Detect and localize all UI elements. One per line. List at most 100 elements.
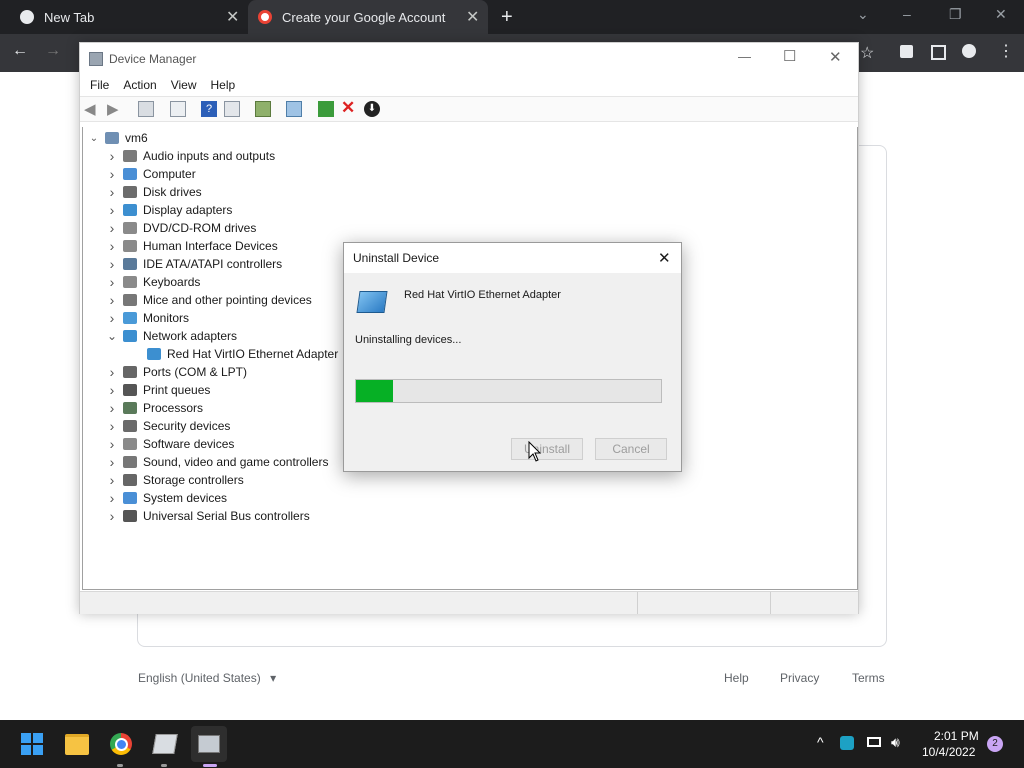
language-selector[interactable]: English (United States) ▾ — [138, 671, 276, 685]
device-category-icon — [123, 222, 137, 234]
chevron-right-icon[interactable]: › — [105, 166, 119, 182]
tree-item-label: Storage controllers — [143, 473, 244, 487]
show-hidden-icons[interactable]: ^ — [817, 734, 824, 750]
restore-button[interactable]: ❐ — [949, 6, 962, 23]
properties-pane-icon[interactable] — [138, 101, 154, 117]
device-category-icon — [123, 438, 137, 450]
enable-device-icon[interactable] — [318, 101, 334, 117]
chevron-right-icon[interactable]: › — [105, 382, 119, 398]
clock-date[interactable]: 10/4/2022 — [922, 745, 975, 759]
footer-link-help[interactable]: Help — [724, 671, 749, 685]
star-icon[interactable]: ☆ — [860, 43, 874, 63]
category-item[interactable]: › Audio inputs and outputs — [83, 147, 857, 165]
tree-item-label: Display adapters — [143, 203, 233, 217]
minimize-button[interactable]: — — [738, 49, 751, 64]
chevron-right-icon[interactable]: › — [105, 292, 119, 308]
chevron-right-icon[interactable]: › — [105, 310, 119, 326]
tree-root[interactable]: ⌄ vm6 — [83, 129, 857, 147]
chevron-down-icon[interactable]: ⌄ — [87, 133, 101, 144]
help-icon[interactable]: ? — [201, 101, 217, 117]
app-taskbar-button[interactable] — [147, 726, 183, 762]
tree-root-label: vm6 — [125, 131, 148, 145]
chevron-down-icon[interactable]: ⌄ — [105, 329, 119, 343]
chevron-right-icon[interactable]: › — [105, 238, 119, 254]
active-indicator — [203, 764, 217, 767]
tab-new-tab[interactable]: New Tab ✕ — [0, 0, 246, 34]
category-item[interactable]: › Display adapters — [83, 201, 857, 219]
chevron-right-icon[interactable]: › — [105, 202, 119, 218]
grid-view-icon[interactable] — [224, 101, 240, 117]
chevron-right-icon[interactable]: › — [105, 472, 119, 488]
chevron-right-icon[interactable]: › — [105, 274, 119, 290]
back-icon[interactable]: ◀ — [84, 100, 96, 118]
menu-action[interactable]: Action — [123, 78, 156, 92]
new-tab-button[interactable]: + — [501, 6, 513, 29]
chevron-right-icon[interactable]: › — [105, 454, 119, 470]
category-item[interactable]: › DVD/CD-ROM drives — [83, 219, 857, 237]
menu-icon[interactable]: ⋮ — [998, 41, 1014, 61]
chevron-right-icon[interactable]: › — [105, 184, 119, 200]
maximize-button[interactable]: ☐ — [783, 47, 796, 65]
chevron-right-icon[interactable]: › — [105, 418, 119, 434]
device-manager-icon — [89, 52, 103, 66]
taskbar: ^ 🔊︎ 2:01 PM 10/4/2022 2 — [0, 720, 1024, 768]
status-divider — [637, 592, 638, 614]
category-item[interactable]: › System devices — [83, 489, 857, 507]
cancel-button[interactable]: Cancel — [595, 438, 667, 460]
category-item[interactable]: › Disk drives — [83, 183, 857, 201]
chevron-right-icon[interactable]: › — [105, 436, 119, 452]
close-icon[interactable]: ✕ — [226, 7, 239, 27]
chevron-right-icon[interactable]: › — [105, 256, 119, 272]
cursor-icon — [528, 441, 542, 462]
uninstall-button[interactable]: Uninstall — [511, 438, 583, 460]
chevron-right-icon[interactable]: › — [105, 148, 119, 164]
extensions-icon[interactable] — [900, 45, 913, 58]
dialog-title-bar[interactable]: Uninstall Device ✕ — [344, 243, 681, 273]
profile-icon[interactable] — [962, 44, 976, 58]
category-item[interactable]: › Storage controllers — [83, 471, 857, 489]
close-icon[interactable]: ✕ — [466, 7, 479, 27]
chevron-right-icon[interactable]: › — [105, 364, 119, 380]
chevron-right-icon[interactable]: › — [105, 400, 119, 416]
tree-item-label: Ports (COM & LPT) — [143, 365, 248, 379]
list-icon[interactable] — [170, 101, 186, 117]
volume-icon[interactable]: 🔊︎ — [891, 734, 900, 751]
dialog-close-button[interactable]: ✕ — [658, 249, 671, 267]
clock-time[interactable]: 2:01 PM — [934, 729, 979, 743]
chevron-right-icon[interactable]: › — [105, 220, 119, 236]
file-explorer-button[interactable] — [59, 726, 95, 762]
title-bar[interactable]: Device Manager — ☐ ✕ — [80, 43, 858, 75]
notification-badge[interactable]: 2 — [987, 736, 1003, 752]
uninstall-icon[interactable]: ✕ — [341, 98, 355, 118]
scan-hardware-icon[interactable] — [286, 101, 302, 117]
tab-create-google-account[interactable]: Create your Google Account ✕ — [248, 0, 488, 34]
footer-link-terms[interactable]: Terms — [852, 671, 885, 685]
category-item[interactable]: › Universal Serial Bus controllers — [83, 507, 857, 525]
close-window-button[interactable]: ✕ — [995, 6, 1007, 23]
side-panel-icon[interactable] — [931, 45, 946, 60]
category-item[interactable]: › Computer — [83, 165, 857, 183]
tree-item-label: IDE ATA/ATAPI controllers — [143, 257, 283, 271]
forward-button[interactable]: → — [45, 42, 61, 60]
uninstall-device-dialog: Uninstall Device ✕ Red Hat VirtIO Ethern… — [343, 242, 682, 472]
menu-help[interactable]: Help — [211, 78, 236, 92]
back-button[interactable]: ← — [12, 42, 28, 60]
chevron-right-icon[interactable]: › — [105, 490, 119, 506]
chevron-down-icon[interactable]: ⌄ — [857, 6, 869, 23]
minimize-button[interactable]: – — [903, 6, 911, 22]
chevron-right-icon[interactable]: › — [105, 508, 119, 524]
security-tray-icon[interactable] — [840, 736, 854, 750]
menu-file[interactable]: File — [90, 78, 109, 92]
tree-item-label: Computer — [143, 167, 196, 181]
network-icon[interactable] — [867, 737, 881, 747]
footer-link-privacy[interactable]: Privacy — [780, 671, 819, 685]
device-manager-taskbar-button[interactable] — [191, 726, 227, 762]
forward-icon[interactable]: ▶ — [107, 100, 119, 118]
close-button[interactable]: ✕ — [829, 48, 842, 66]
menu-view[interactable]: View — [171, 78, 197, 92]
start-button[interactable] — [14, 726, 50, 762]
update-driver-icon[interactable] — [255, 101, 271, 117]
chrome-taskbar-button[interactable] — [103, 726, 139, 762]
device-category-icon — [123, 312, 137, 324]
download-icon[interactable]: ⬇ — [364, 101, 380, 117]
